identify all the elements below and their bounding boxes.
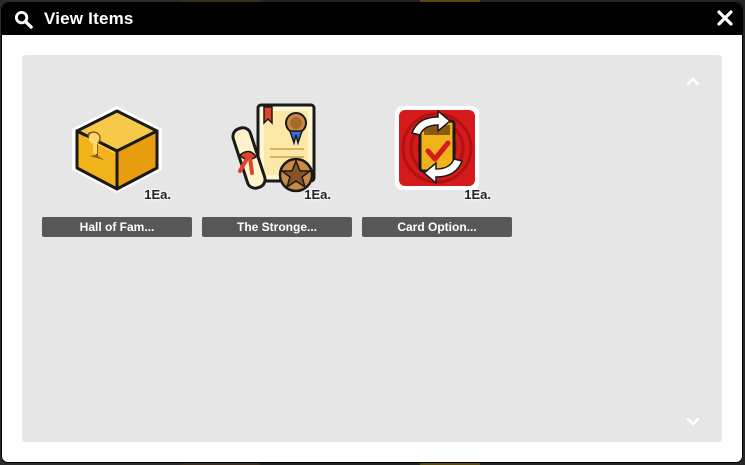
item-slot[interactable]: 1Ea. Card Option... bbox=[362, 103, 512, 239]
item-name-plate[interactable]: Card Option... bbox=[362, 217, 512, 237]
search-icon bbox=[14, 10, 33, 29]
items-panel: 1Ea. Hall of Fam... 1Ea. The Stronge... … bbox=[22, 55, 722, 442]
item-quantity: 1Ea. bbox=[304, 187, 331, 202]
titlebar: View Items bbox=[2, 3, 742, 35]
item-slot[interactable]: 1Ea. The Stronge... bbox=[202, 103, 352, 239]
dialog-title: View Items bbox=[44, 9, 134, 28]
view-items-dialog: View Items 1Ea. Hall of Fam... 1Ea. The … bbox=[2, 3, 742, 462]
item-quantity: 1Ea. bbox=[144, 187, 171, 202]
item-quantity: 1Ea. bbox=[464, 187, 491, 202]
certificate-scroll-icon bbox=[231, 103, 316, 193]
card-option-change-icon bbox=[395, 106, 479, 190]
item-name-plate[interactable]: The Stronge... bbox=[202, 217, 352, 237]
item-slot[interactable]: 1Ea. Hall of Fam... bbox=[42, 103, 192, 239]
close-icon[interactable] bbox=[716, 9, 734, 27]
chevron-up-icon[interactable] bbox=[685, 75, 701, 87]
chevron-down-icon[interactable] bbox=[685, 416, 701, 428]
hall-of-fame-trophy-box-icon bbox=[72, 106, 162, 193]
item-name-plate[interactable]: Hall of Fam... bbox=[42, 217, 192, 237]
